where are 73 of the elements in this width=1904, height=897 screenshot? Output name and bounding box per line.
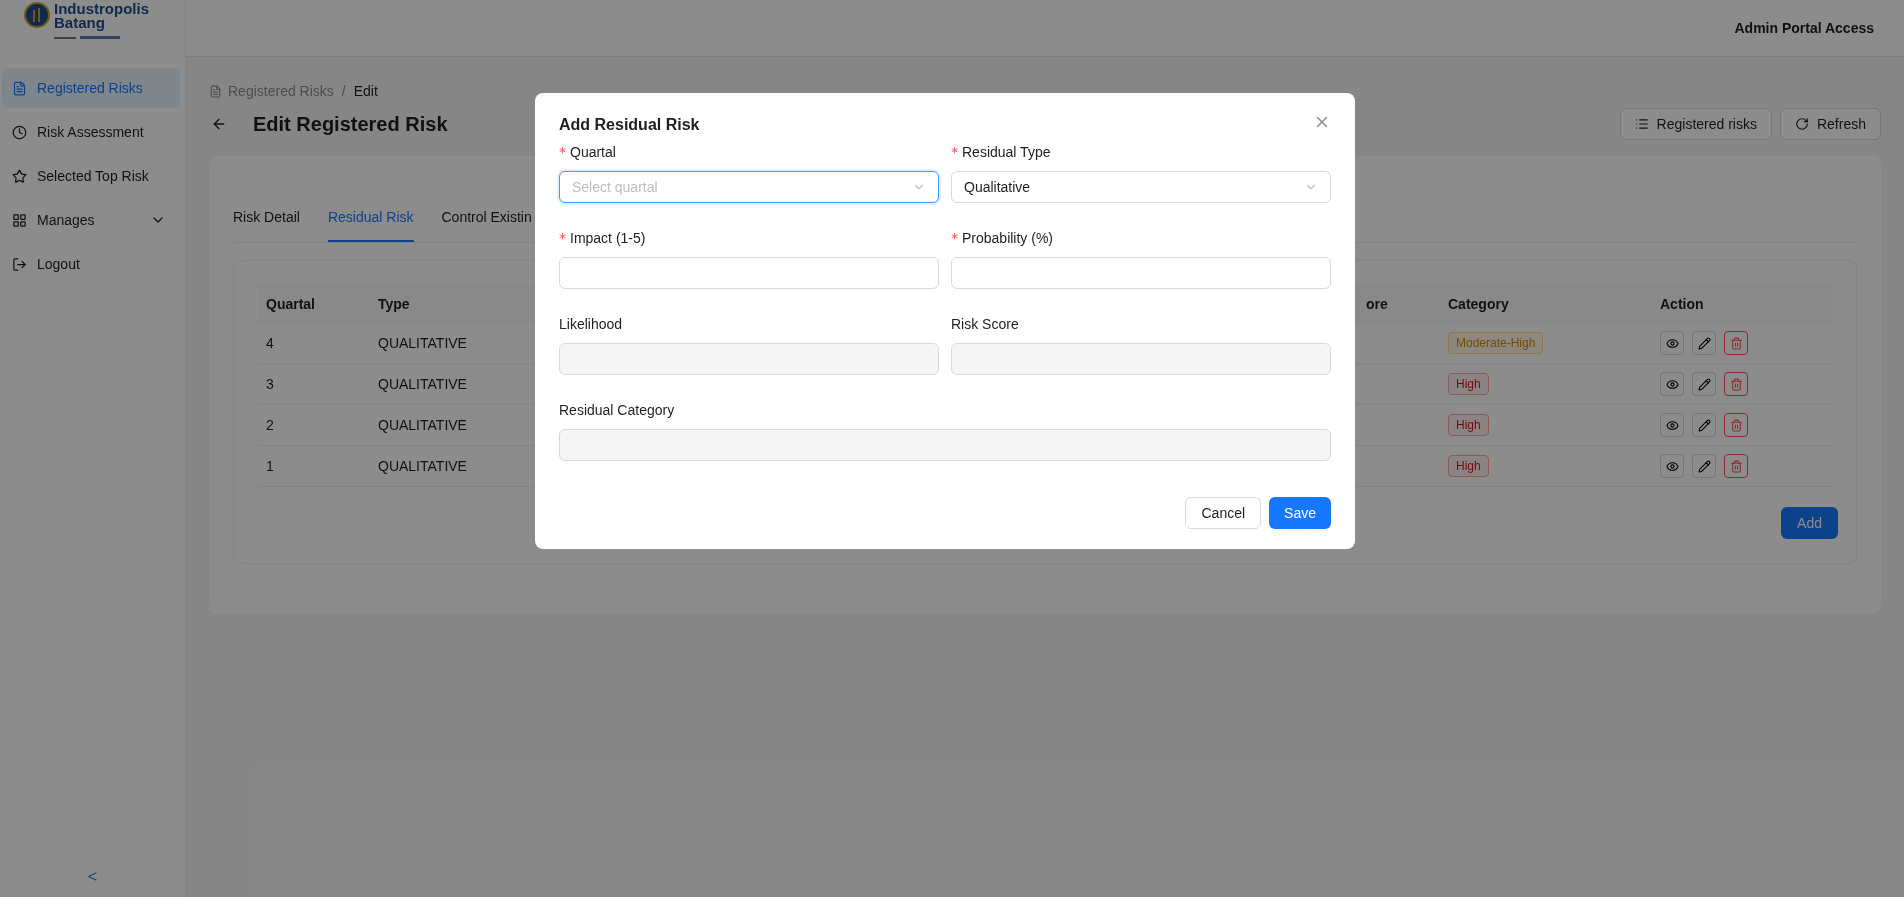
required-mark: * (951, 142, 958, 162)
eye-icon (1665, 377, 1679, 391)
sidebar-item[interactable]: Manages (2, 200, 180, 240)
trash-icon (1729, 377, 1743, 391)
toolbar-button[interactable]: Refresh (1779, 108, 1881, 140)
table-cell: 1 (258, 446, 370, 487)
sidebar-item[interactable]: Selected Top Risk (2, 156, 180, 196)
edit-button[interactable] (1692, 454, 1716, 478)
table-cell: 3 (258, 364, 370, 405)
page-title: Edit Registered Risk (253, 112, 448, 137)
input-field[interactable] (559, 257, 939, 289)
sidebar-item[interactable]: Risk Assessment (2, 112, 180, 152)
trash-icon (1729, 336, 1743, 350)
category-tag: Moderate-High (1448, 332, 1544, 354)
table-cell: 2 (258, 405, 370, 446)
logo-tagline-icon (54, 35, 120, 41)
eye-icon (1665, 336, 1679, 350)
view-button[interactable] (1660, 413, 1684, 437)
trash-icon (1729, 459, 1743, 473)
required-mark: * (559, 142, 566, 162)
cancel-button[interactable]: Cancel (1185, 497, 1262, 529)
delete-button[interactable] (1724, 454, 1748, 478)
toolbar-button[interactable]: Registered risks (1619, 108, 1772, 140)
required-mark: * (559, 228, 566, 248)
clock-icon (12, 124, 27, 140)
delete-button[interactable] (1724, 331, 1748, 355)
pencil-icon (1697, 336, 1711, 350)
view-button[interactable] (1660, 454, 1684, 478)
field-label: Probability (%) (962, 228, 1054, 248)
pencil-icon (1697, 377, 1711, 391)
tab[interactable]: Control Existin (441, 207, 532, 242)
breadcrumb-separator: / (340, 82, 347, 101)
tab[interactable]: Residual Risk (327, 207, 414, 242)
category-tag: High (1448, 373, 1489, 395)
category-tag: High (1448, 455, 1489, 477)
list-icon (1634, 117, 1649, 131)
file-icon (12, 80, 27, 96)
save-button[interactable]: Save (1269, 497, 1331, 529)
delete-button[interactable] (1724, 372, 1748, 396)
view-button[interactable] (1660, 372, 1684, 396)
required-mark: * (951, 228, 958, 248)
tab[interactable]: Risk Detail (233, 207, 300, 242)
breadcrumb-item: Edit (353, 82, 378, 101)
pencil-icon (1697, 418, 1711, 432)
refresh-icon (1794, 117, 1809, 131)
eye-icon (1665, 418, 1679, 432)
pencil-icon (1697, 459, 1711, 473)
sidebar-item[interactable]: Logout (2, 244, 180, 284)
eye-icon (1665, 459, 1679, 473)
grid-icon (12, 212, 27, 228)
field-label: Residual Type (962, 142, 1051, 162)
user-label: Admin Portal Access (1734, 18, 1874, 38)
add-button[interactable]: Add (1781, 507, 1838, 539)
collapse-button[interactable]: < (79, 865, 106, 889)
field-label: Quartal (570, 142, 616, 162)
star-icon (12, 168, 27, 184)
select-field[interactable]: Qualitative (951, 171, 1331, 203)
logo-icon (24, 2, 50, 28)
field-label: Impact (1-5) (570, 228, 646, 248)
trash-icon (1729, 418, 1743, 432)
edit-button[interactable] (1692, 413, 1716, 437)
file-icon (209, 85, 222, 98)
input-field[interactable] (951, 257, 1331, 289)
delete-button[interactable] (1724, 413, 1748, 437)
back-icon[interactable] (211, 116, 227, 132)
edit-button[interactable] (1692, 372, 1716, 396)
table-cell: 4 (258, 323, 370, 364)
logo-text: Batang (54, 16, 105, 30)
view-button[interactable] (1660, 331, 1684, 355)
edit-button[interactable] (1692, 331, 1716, 355)
dialog-title: Add Residual Risk (559, 115, 700, 135)
logout-icon (12, 256, 27, 272)
category-tag: High (1448, 414, 1489, 436)
